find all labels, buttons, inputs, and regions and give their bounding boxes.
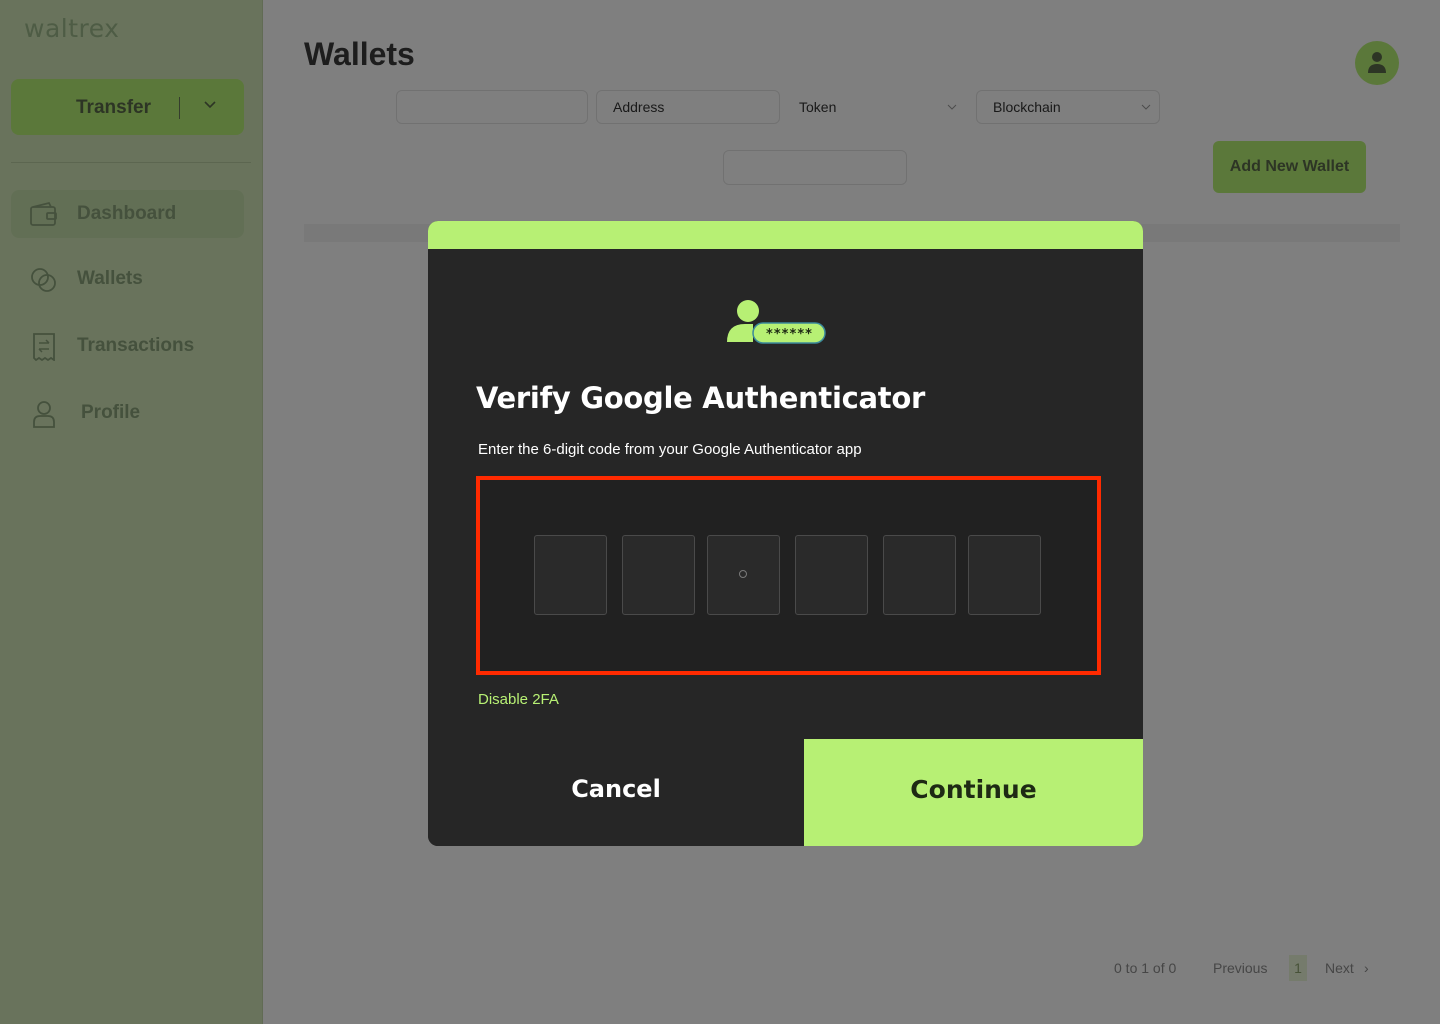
password-mask: ******: [766, 327, 813, 342]
code-digit-input-focused[interactable]: [707, 535, 780, 615]
continue-button[interactable]: Continue: [804, 739, 1143, 846]
code-digit-input[interactable]: [622, 535, 695, 615]
code-digit-input[interactable]: [795, 535, 868, 615]
code-digit-input[interactable]: [534, 535, 607, 615]
code-input-group: [476, 476, 1101, 675]
disable-2fa-link[interactable]: Disable 2FA: [478, 691, 559, 708]
modal-accent-band: [428, 221, 1143, 249]
code-digit-input[interactable]: [968, 535, 1041, 615]
code-digit-input[interactable]: [883, 535, 956, 615]
modal-subtitle: Enter the 6-digit code from your Google …: [478, 441, 862, 458]
cursor-indicator: [739, 570, 747, 578]
cancel-button[interactable]: Cancel: [428, 739, 804, 846]
verify-2fa-modal: ****** Verify Google Authenticator Enter…: [428, 221, 1143, 846]
modal-title: Verify Google Authenticator: [476, 381, 925, 415]
user-password-icon: ******: [727, 300, 826, 344]
